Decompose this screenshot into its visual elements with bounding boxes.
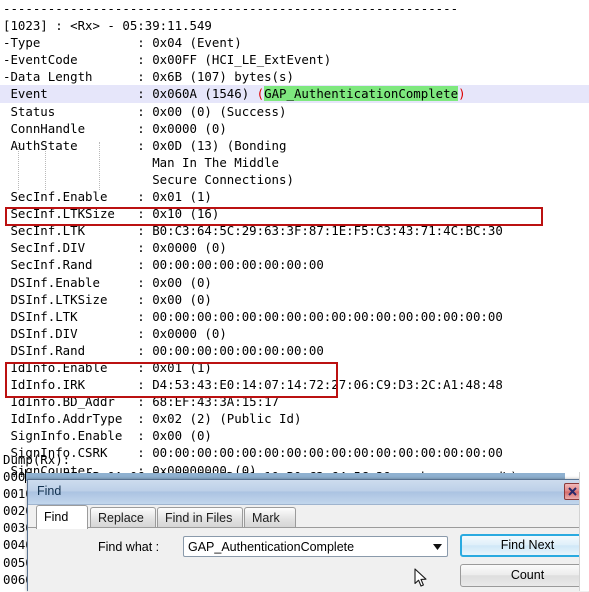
log-row[interactable]: DSInf.Rand : 00:00:00:00:00:00:00:00 — [0, 342, 589, 359]
log-row-value: 68:EF:43:3A:15:17 — [152, 394, 280, 410]
count-button[interactable]: Count — [460, 564, 589, 587]
tab-find[interactable]: Find — [36, 505, 88, 529]
log-row-key — [3, 155, 152, 170]
log-row-key: SecInf.LTKSize : — [3, 206, 153, 222]
log-row-value: 0x0000 (0) — [152, 325, 227, 341]
log-row-value: D4:53:43:E0:14:07:14:72:27:06:C9:D3:2C:A… — [152, 377, 503, 393]
log-row-value: 0x10 (16) — [152, 206, 220, 222]
log-row-value: 0x0D (13) (Bonding — [152, 137, 287, 153]
log-lines: ----------------------------------------… — [0, 0, 589, 479]
log-row-value: 0x04 (Event) — [152, 35, 242, 51]
tab-mark[interactable]: Mark — [244, 507, 296, 528]
log-row[interactable]: SecInf.Rand : 00:00:00:00:00:00:00:00 — [0, 256, 589, 273]
log-row-key: DSInf.LTK : — [3, 308, 153, 324]
find-dialog[interactable]: Find Find Replace Find in Files Mark Fin… — [27, 479, 589, 592]
find-what-combobox[interactable] — [183, 536, 448, 557]
search-match-highlight: GAP_AuthenticationComplete — [264, 86, 459, 102]
log-row[interactable]: IdInfo.BD_Addr : 68:EF:43:3A:15:17 — [0, 393, 589, 410]
log-row[interactable]: Secure Connections) — [0, 171, 589, 188]
log-row[interactable]: DSInf.LTKSize : 0x00 (0) — [0, 291, 589, 308]
tab-find-in-files[interactable]: Find in Files — [157, 507, 243, 528]
log-separator: ----------------------------------------… — [3, 1, 459, 16]
log-row-value: B0:C3:64:5C:29:63:3F:87:1E:F5:C3:43:71:4… — [152, 223, 503, 239]
find-dialog-titlebar[interactable]: Find — [28, 480, 588, 505]
log-row-value: 00:00:00:00:00:00:00:00 — [152, 257, 324, 273]
log-row-value: 0x00 (0) — [152, 291, 212, 307]
log-row-key: Event : — [3, 86, 153, 102]
log-row[interactable]: SecInf.LTK : B0:C3:64:5C:29:63:3F:87:1E:… — [0, 222, 589, 239]
paren-close: ) — [458, 86, 466, 102]
log-row-key: IdInfo.AddrType : — [3, 411, 153, 427]
dump-caret — [25, 469, 26, 483]
log-row-value: Secure Connections) — [152, 171, 294, 187]
log-row-key: Status : — [3, 103, 153, 119]
log-row-value: 0x00 (0) — [152, 274, 212, 290]
log-row[interactable]: DSInf.DIV : 0x0000 (0) — [0, 325, 589, 342]
log-row-value: Man In The Middle — [152, 154, 280, 170]
log-row[interactable]: SignInfo.Enable : 0x00 (0) — [0, 427, 589, 444]
log-row-value: 0x0000 (0) — [152, 120, 227, 136]
log-row[interactable]: Event : 0x060A (1546) (GAP_Authenticatio… — [0, 85, 589, 103]
log-row-key: DSInf.LTKSize : — [3, 291, 153, 307]
log-row-value: 0x01 (1) — [152, 189, 212, 205]
log-row-value: 00:00:00:00:00:00:00:00:00:00:00:00:00:0… — [152, 308, 503, 324]
log-row-key: -EventCode : — [3, 52, 153, 68]
log-row-value: 0x0000 (0) — [152, 240, 227, 256]
find-dialog-title: Find — [37, 484, 62, 498]
log-row-key: SecInf.LTK : — [3, 223, 153, 239]
log-row[interactable]: -EventCode : 0x00FF (HCI_LE_ExtEvent) — [0, 51, 589, 68]
log-row-value: 00:00:00:00:00:00:00:00:00:00:00:00:00:0… — [152, 445, 503, 461]
log-row-key: IdInfo.IRK : — [3, 377, 153, 393]
log-row-value: 0x6B (107) bytes(s) — [152, 69, 294, 85]
log-row[interactable]: AuthState : 0x0D (13) (Bonding — [0, 137, 589, 154]
log-row-value: 0x060A (1546) — [152, 86, 257, 102]
dump-label: Dump(Rx): — [3, 452, 71, 467]
log-row[interactable]: DSInf.Enable : 0x00 (0) — [0, 274, 589, 291]
log-row-key: -Data Length : — [3, 69, 153, 85]
log-row-key: DSInf.DIV : — [3, 325, 153, 341]
search-input[interactable] — [188, 540, 420, 554]
log-row[interactable]: Man In The Middle — [0, 154, 589, 171]
log-row[interactable]: Status : 0x00 (0) (Success) — [0, 103, 589, 120]
log-row[interactable]: IdInfo.Enable : 0x01 (1) — [0, 359, 589, 376]
log-row-key: IdInfo.BD_Addr : — [3, 394, 153, 410]
tab-replace[interactable]: Replace — [90, 507, 156, 528]
log-row[interactable]: SecInf.DIV : 0x0000 (0) — [0, 239, 589, 256]
log-row-key: ConnHandle : — [3, 120, 153, 136]
log-row-value: 0x00 (0) (Success) — [152, 103, 287, 119]
log-row-key — [3, 172, 152, 187]
find-next-button[interactable]: Find Next — [460, 534, 589, 557]
log-row-key: SignInfo.Enable : — [3, 428, 153, 444]
log-row-key: SecInf.DIV : — [3, 240, 153, 256]
log-row-value: 0x00 (0) — [152, 428, 212, 444]
log-row[interactable]: IdInfo.AddrType : 0x02 (2) (Public Id) — [0, 410, 589, 427]
log-row[interactable]: DSInf.LTK : 00:00:00:00:00:00:00:00:00:0… — [0, 308, 589, 325]
log-row-value: 00:00:00:00:00:00:00:00 — [152, 342, 324, 358]
find-what-label: Find what : — [98, 540, 160, 554]
log-row-key: DSInf.Enable : — [3, 274, 153, 290]
log-packet-header: [1023] : <Rx> - 05:39:11.549 — [3, 18, 212, 34]
log-row-value: 0x00FF (HCI_LE_ExtEvent) — [152, 52, 332, 68]
log-row[interactable]: SecInf.LTKSize : 0x10 (16) — [0, 205, 589, 222]
log-row[interactable]: SignInfo.CSRK : 00:00:00:00:00:00:00:00:… — [0, 444, 589, 461]
log-row[interactable]: IdInfo.IRK : D4:53:43:E0:14:07:14:72:27:… — [0, 376, 589, 393]
chevron-down-icon[interactable] — [428, 537, 447, 556]
log-row-key: IdInfo.Enable : — [3, 359, 153, 375]
paren-open: ( — [256, 86, 265, 102]
log-row-value: 0x02 (2) (Public Id) — [152, 411, 302, 427]
log-row[interactable]: -Type : 0x04 (Event) — [0, 34, 589, 51]
viewer-right-edge — [579, 472, 589, 591]
find-dialog-tabs[interactable]: Find Replace Find in Files Mark — [28, 505, 588, 529]
log-row[interactable]: -Data Length : 0x6B (107) bytes(s) — [0, 68, 589, 85]
log-row-key: SecInf.Rand : — [3, 257, 153, 273]
log-row-key: -Type : — [3, 35, 153, 51]
log-row[interactable]: SecInf.Enable : 0x01 (1) — [0, 188, 589, 205]
log-row[interactable]: ConnHandle : 0x0000 (0) — [0, 120, 589, 137]
find-dialog-body: Find what : Find Next Count — [28, 527, 589, 592]
log-row-value: 0x01 (1) — [152, 359, 212, 375]
log-row-key: DSInf.Rand : — [3, 342, 153, 358]
log-row-key: AuthState : — [3, 137, 153, 153]
log-row-key: SecInf.Enable : — [3, 189, 153, 205]
